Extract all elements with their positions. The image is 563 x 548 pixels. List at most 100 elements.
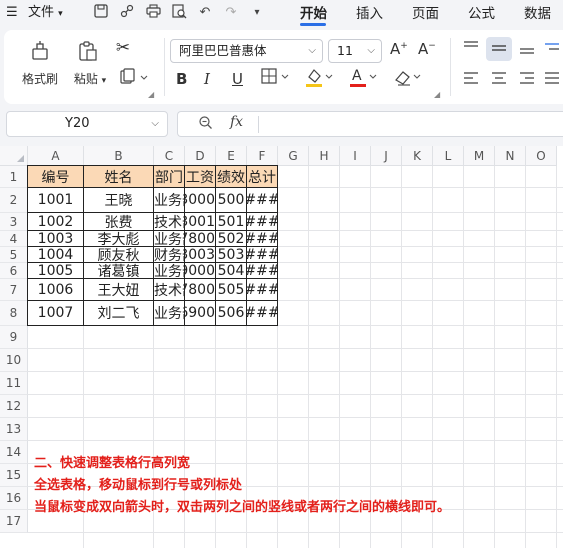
column-header-n[interactable]: N (495, 146, 526, 166)
share-icon[interactable] (118, 4, 136, 22)
table-cell[interactable]: 6900 (185, 301, 216, 326)
tab-insert[interactable]: 插入 (356, 2, 383, 22)
table-cell[interactable]: 501 (216, 213, 247, 231)
select-all-corner[interactable] (0, 146, 28, 166)
row-header-15[interactable]: 15 (0, 464, 28, 487)
row-header-8[interactable]: 8 (0, 301, 28, 326)
table-cell[interactable]: 1003 (28, 231, 84, 247)
table-cell[interactable]: 业务部 (154, 188, 185, 213)
row-header-14[interactable]: 14 (0, 441, 28, 464)
font-settings-expand-icon[interactable]: ◢ (434, 90, 440, 99)
column-header-o[interactable]: O (526, 146, 557, 166)
table-cell[interactable]: ### (247, 247, 278, 263)
print-preview-icon[interactable] (170, 4, 188, 22)
copy-icon[interactable] (116, 68, 152, 88)
table-cell[interactable]: 3001 (185, 213, 216, 231)
tab-home[interactable]: 开始 (300, 2, 327, 22)
column-header-m[interactable]: M (464, 146, 495, 166)
file-menu[interactable]: 文件 ▾ (28, 3, 63, 23)
table-header-cell[interactable]: 姓名 (84, 166, 154, 188)
table-header-cell[interactable]: 工资 (185, 166, 216, 188)
function-icon[interactable]: fx (230, 114, 243, 130)
table-cell[interactable]: 505 (216, 279, 247, 301)
table-header-cell[interactable]: 编号 (28, 166, 84, 188)
table-cell[interactable]: 业务部 (154, 301, 185, 326)
row-header-3[interactable]: 3 (0, 213, 28, 231)
paste-button[interactable]: 粘贴 ▾ (68, 70, 112, 87)
table-cell[interactable]: ### (247, 188, 278, 213)
format-painter-icon[interactable] (28, 40, 52, 62)
table-cell[interactable]: 诸葛镇 (84, 263, 154, 279)
cut-icon[interactable]: ✂ (112, 38, 134, 60)
row-header-9[interactable]: 9 (0, 326, 28, 349)
table-header-cell[interactable]: 部门 (154, 166, 185, 188)
row-header-11[interactable]: 11 (0, 372, 28, 395)
row-header-17[interactable]: 17 (0, 510, 28, 533)
table-cell[interactable]: ### (247, 213, 278, 231)
table-cell[interactable]: ### (247, 301, 278, 326)
formula-input[interactable]: fx (177, 111, 563, 137)
table-cell[interactable]: 7800 (185, 279, 216, 301)
column-header-i[interactable]: I (340, 146, 371, 166)
column-header-j[interactable]: J (371, 146, 402, 166)
table-cell[interactable]: 技术部 (154, 279, 185, 301)
table-cell[interactable]: 9000 (185, 263, 216, 279)
table-cell[interactable]: 506 (216, 301, 247, 326)
underline-icon[interactable]: U (232, 70, 243, 88)
column-header-f[interactable]: F (247, 146, 278, 166)
table-cell[interactable]: 顾友秋 (84, 247, 154, 263)
row-header-2[interactable]: 2 (0, 188, 28, 213)
clipboard-expand-icon[interactable]: ◢ (148, 90, 154, 99)
align-bottom-icon[interactable] (516, 38, 538, 60)
italic-icon[interactable]: I (204, 70, 210, 88)
font-size-select[interactable]: 11 ⌵ (328, 39, 382, 63)
hamburger-menu-icon[interactable]: ☰ (6, 3, 18, 23)
table-cell[interactable]: 1006 (28, 279, 84, 301)
table-cell[interactable]: 503 (216, 247, 247, 263)
table-cell[interactable]: ### (247, 279, 278, 301)
font-color-icon[interactable]: A (346, 66, 386, 90)
print-icon[interactable] (144, 4, 162, 22)
table-cell[interactable]: 1007 (28, 301, 84, 326)
table-cell[interactable]: 张费 (84, 213, 154, 231)
decrease-font-icon[interactable]: A− (418, 40, 436, 58)
table-cell[interactable]: 7800 (185, 231, 216, 247)
table-cell[interactable]: ### (247, 231, 278, 247)
column-header-h[interactable]: H (309, 146, 340, 166)
column-header-g[interactable]: G (278, 146, 309, 166)
row-header-12[interactable]: 12 (0, 395, 28, 418)
align-middle-icon[interactable] (486, 37, 512, 61)
align-top-icon[interactable] (460, 38, 482, 60)
zoom-icon[interactable] (198, 115, 213, 134)
row-header-1[interactable]: 1 (0, 166, 28, 188)
undo-icon[interactable]: ↶ (196, 4, 214, 22)
table-cell[interactable]: 3000 (185, 188, 216, 213)
table-cell[interactable]: ### (247, 263, 278, 279)
row-header-16[interactable]: 16 (0, 487, 28, 510)
increase-font-icon[interactable]: A+ (390, 40, 408, 58)
column-header-a[interactable]: A (28, 146, 84, 166)
format-painter-label[interactable]: 格式刷 (18, 70, 62, 87)
row-header-6[interactable]: 6 (0, 263, 28, 279)
font-name-select[interactable]: 阿里巴巴普惠体 ⌵ (170, 39, 323, 63)
column-header-c[interactable]: C (154, 146, 185, 166)
table-cell[interactable]: 1001 (28, 188, 84, 213)
justify-icon[interactable] (542, 70, 562, 90)
tab-formula[interactable]: 公式 (468, 2, 495, 22)
row-header-4[interactable]: 4 (0, 231, 28, 247)
column-header-k[interactable]: K (402, 146, 433, 166)
table-cell[interactable]: 1002 (28, 213, 84, 231)
column-header-b[interactable]: B (84, 146, 154, 166)
table-cell[interactable]: 财务部 (154, 247, 185, 263)
row-header-13[interactable]: 13 (0, 418, 28, 441)
table-cell[interactable]: 业务部 (154, 263, 185, 279)
table-cell[interactable]: 刘二飞 (84, 301, 154, 326)
table-cell[interactable]: 王大妞 (84, 279, 154, 301)
column-header-e[interactable]: E (216, 146, 247, 166)
tab-page[interactable]: 页面 (412, 2, 439, 22)
column-header-d[interactable]: D (185, 146, 216, 166)
column-header-l[interactable]: L (433, 146, 464, 166)
row-header-10[interactable]: 10 (0, 349, 28, 372)
table-cell[interactable]: 500 (216, 188, 247, 213)
indent-icon[interactable] (542, 38, 562, 60)
